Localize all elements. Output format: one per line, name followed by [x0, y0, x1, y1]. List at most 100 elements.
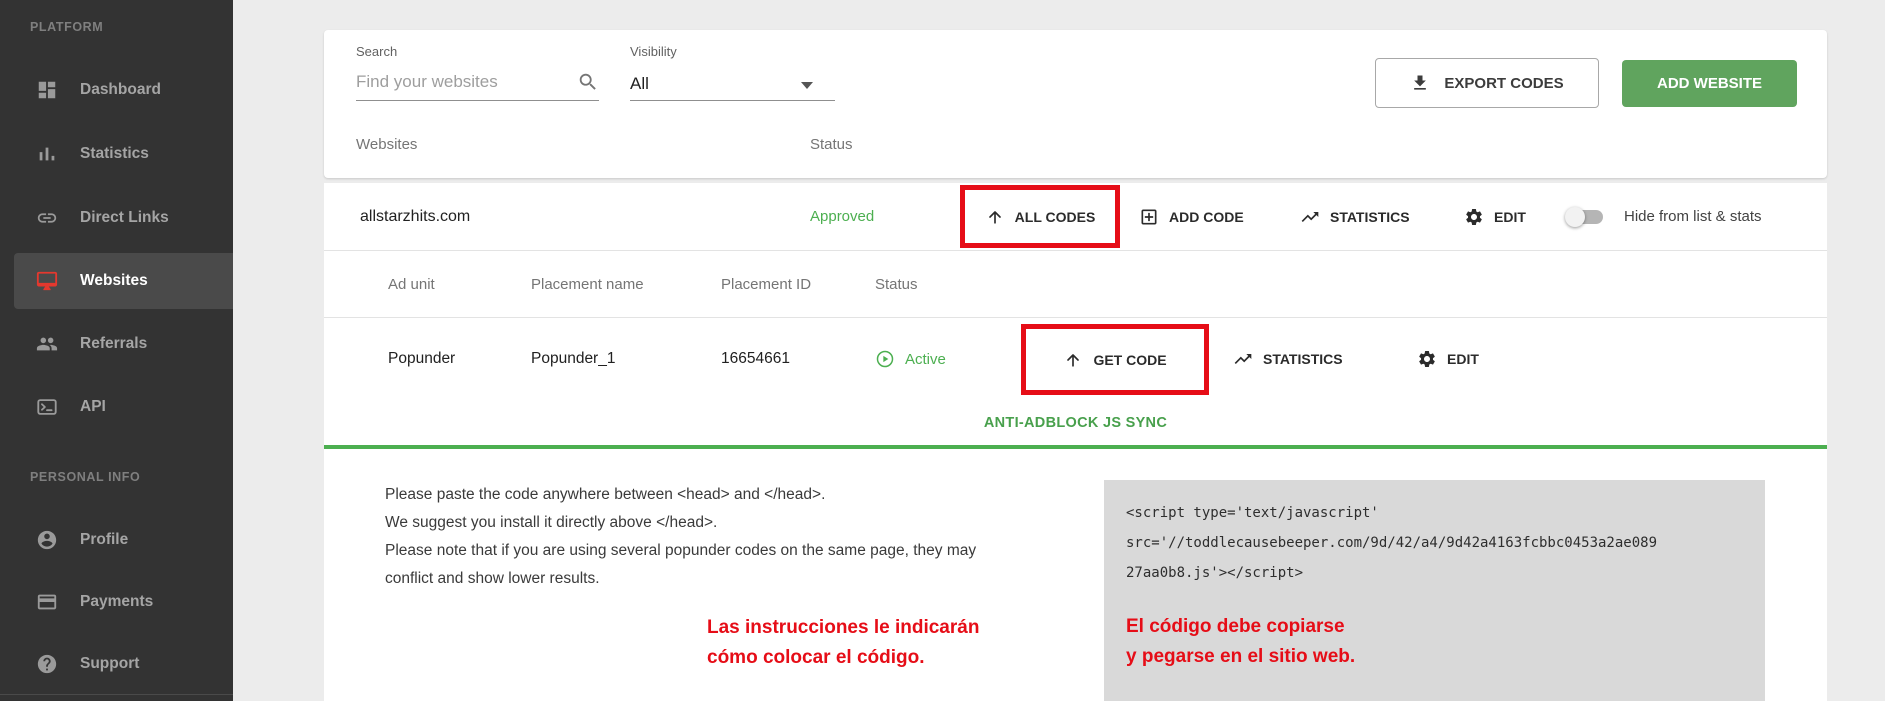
statistics-label: STATISTICS	[1263, 351, 1343, 367]
website-name: allstarzhits.com	[360, 207, 471, 225]
add-box-icon	[1141, 209, 1157, 224]
annotation-line: El código debe copiarse	[1126, 616, 1345, 637]
all-codes-label: ALL CODES	[1014, 208, 1096, 225]
export-codes-label: EXPORT CODES	[1444, 74, 1564, 92]
sidebar-section-personal-info: PERSONAL INFO	[30, 470, 141, 484]
sidebar-item-label: Direct Links	[80, 209, 169, 226]
sidebar-item-referrals[interactable]: Referrals	[0, 316, 233, 372]
instruction-line: Please paste the code anywhere between <…	[385, 486, 826, 503]
annotation-line: cómo colocar el código.	[707, 647, 925, 668]
instruction-line: We suggest you install it directly above…	[385, 514, 718, 531]
sidebar-section-platform: PLATFORM	[30, 20, 104, 34]
add-website-label: ADD WEBSITE	[1657, 75, 1762, 92]
hide-toggle-label: Hide from list & stats	[1624, 208, 1762, 225]
annotation-line: y pegarse en el sitio web.	[1126, 646, 1356, 667]
code-snippet: <script type='text/javascript' src='//to…	[1126, 498, 1657, 588]
edit-label: EDIT	[1447, 351, 1479, 367]
sidebar-item-label: Profile	[80, 531, 129, 548]
toggle-thumb	[1565, 207, 1585, 227]
download-icon	[1414, 75, 1427, 90]
statistics-label: STATISTICS	[1330, 208, 1410, 225]
play-circle-icon	[876, 350, 894, 368]
column-header-status: Status	[810, 136, 853, 153]
placement-ad-unit: Popunder	[388, 350, 456, 367]
visibility-select[interactable]: All	[630, 68, 835, 101]
help-icon	[37, 654, 57, 674]
edit-label: EDIT	[1494, 208, 1526, 225]
search-input[interactable]	[356, 68, 566, 96]
column-header-placement-status: Status	[875, 275, 918, 293]
column-header-placement-name: Placement name	[531, 275, 644, 293]
instruction-line: Please note that if you are using severa…	[385, 542, 977, 559]
sidebar-item-profile[interactable]: Profile	[0, 512, 233, 568]
annotation-copy-note: El código debe copiarse y pegarse en el …	[1126, 612, 1355, 672]
code-tabs-bar: ANTI-ADBLOCK JS SYNC	[324, 400, 1827, 449]
website-row: allstarzhits.com Approved ALL CODES ADD …	[324, 183, 1827, 251]
sidebar-item-support[interactable]: Support	[0, 636, 233, 692]
search-box	[356, 68, 599, 101]
code-snippet-block: <script type='text/javascript' src='//to…	[1104, 480, 1765, 701]
search-icon[interactable]	[577, 71, 599, 93]
gear-icon	[1419, 351, 1435, 367]
column-header-ad-unit: Ad unit	[388, 275, 435, 293]
placement-status-label: Active	[905, 350, 946, 368]
website-statistics-button[interactable]: STATISTICS	[1300, 183, 1410, 250]
terminal-icon	[37, 399, 57, 415]
sidebar-item-dashboard[interactable]: Dashboard	[0, 62, 233, 118]
placement-statistics-button[interactable]: STATISTICS	[1233, 318, 1343, 400]
monitor-icon	[36, 271, 58, 291]
placements-table-header: Ad unit Placement name Placement ID Stat…	[324, 251, 1827, 318]
sidebar-divider	[0, 694, 233, 695]
trending-up-icon	[1234, 354, 1252, 364]
export-codes-button[interactable]: EXPORT CODES	[1375, 58, 1599, 108]
sidebar-item-direct-links[interactable]: Direct Links	[0, 190, 233, 246]
sidebar-item-statistics[interactable]: Statistics	[0, 126, 233, 182]
sidebar-item-payments[interactable]: Payments	[0, 574, 233, 630]
all-codes-annotation-box: ALL CODES	[960, 185, 1120, 248]
add-website-button[interactable]: ADD WEBSITE	[1622, 60, 1797, 107]
column-header-websites: Websites	[356, 136, 418, 153]
publisher-websites-page: PLATFORM Dashboard Statistics Direct Lin…	[0, 0, 1885, 701]
sidebar-item-label: Referrals	[80, 335, 148, 352]
chevron-down-icon	[801, 82, 813, 89]
sidebar-item-label: API	[80, 398, 106, 415]
credit-card-icon	[37, 594, 57, 610]
all-codes-button[interactable]: ALL CODES	[965, 190, 1115, 243]
code-line: <script type='text/javascript'	[1126, 505, 1379, 521]
arrow-up-icon	[1067, 353, 1080, 367]
placement-name: Popunder_1	[531, 350, 616, 367]
bar-chart-icon	[39, 147, 55, 161]
website-edit-button[interactable]: EDIT	[1464, 183, 1526, 250]
install-instructions: Please paste the code anywhere between <…	[385, 481, 1085, 593]
column-header-placement-id: Placement ID	[721, 275, 812, 293]
arrow-up-icon	[988, 210, 1001, 224]
trending-up-icon	[1301, 211, 1319, 222]
placement-edit-button[interactable]: EDIT	[1417, 318, 1479, 400]
visibility-label: Visibility	[630, 44, 677, 59]
annotation-instructions-note: Las instrucciones le indicarán cómo colo…	[707, 613, 979, 673]
code-line: 27aa0b8.js'></script>	[1126, 565, 1304, 581]
code-instructions-panel: Please paste the code anywhere between <…	[324, 449, 1827, 701]
hide-website-toggle[interactable]	[1565, 207, 1605, 227]
get-code-button[interactable]: GET CODE	[1026, 329, 1204, 390]
get-code-label: GET CODE	[1093, 351, 1167, 368]
annotation-line: Las instrucciones le indicarán	[707, 617, 980, 638]
sidebar: PLATFORM Dashboard Statistics Direct Lin…	[0, 0, 233, 701]
sidebar-item-label: Support	[80, 655, 140, 672]
tab-anti-adblock-js-sync[interactable]: ANTI-ADBLOCK JS SYNC	[984, 415, 1167, 431]
placement-id: 16654661	[721, 350, 790, 367]
dashboard-icon	[38, 81, 56, 99]
filters-card: Search Visibility All EXPORT CODES ADD W…	[324, 30, 1827, 178]
instruction-line: conflict and show lower results.	[385, 570, 600, 587]
search-label: Search	[356, 44, 398, 59]
profile-icon	[37, 530, 57, 550]
add-code-label: ADD CODE	[1169, 208, 1244, 225]
sidebar-item-label: Statistics	[80, 145, 149, 162]
sidebar-item-api[interactable]: API	[0, 379, 233, 435]
placement-status: Active	[875, 318, 946, 400]
get-code-annotation-box: GET CODE	[1021, 324, 1209, 395]
sidebar-item-websites[interactable]: Websites	[14, 253, 233, 309]
sidebar-item-label: Websites	[80, 272, 148, 289]
add-code-button[interactable]: ADD CODE	[1139, 183, 1244, 250]
people-icon	[36, 337, 58, 351]
